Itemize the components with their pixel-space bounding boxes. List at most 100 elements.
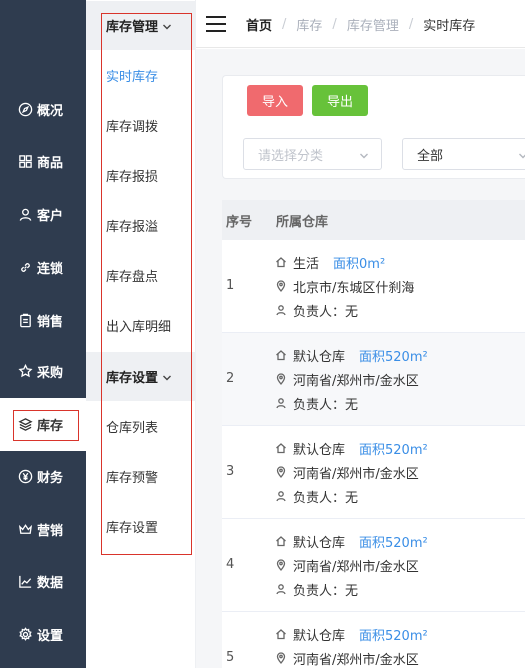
- nav-item-finance[interactable]: 财务: [0, 450, 86, 503]
- layers-icon: [17, 417, 33, 433]
- warehouse-name: 生活: [293, 257, 320, 272]
- breadcrumb-current: 实时库存: [423, 19, 476, 34]
- row-number: 4: [226, 557, 235, 572]
- import-button[interactable]: 导入: [247, 85, 303, 116]
- menu-toggle-icon[interactable]: [206, 16, 226, 32]
- yen-icon: [17, 469, 33, 485]
- breadcrumb-inventory[interactable]: 库存: [296, 15, 322, 34]
- scope-select-value: 全部: [417, 148, 444, 164]
- nav-item-marketing[interactable]: 营销: [0, 503, 86, 556]
- top-header: 首页 / 库存 / 库存管理 / 实时库存: [196, 0, 525, 48]
- home-icon: [275, 535, 288, 548]
- location-pin-icon: [275, 466, 288, 479]
- breadcrumb-inventory-management[interactable]: 库存管理: [347, 15, 399, 34]
- warehouse-area: 面积520m²: [359, 629, 428, 644]
- person-icon: [275, 304, 288, 317]
- warehouse-address: 河南省/郑州市/金水区: [293, 653, 419, 668]
- warehouse-name: 默认仓库: [293, 536, 346, 551]
- sub-item-stocktaking[interactable]: 库存盘点: [86, 250, 196, 300]
- sub-group-inventory-management[interactable]: 库存管理: [86, 1, 196, 50]
- chevron-down-icon: [518, 150, 525, 160]
- scope-select[interactable]: 全部: [402, 138, 525, 170]
- breadcrumb-separator: /: [282, 17, 287, 32]
- table-row[interactable]: 5 默认仓库 面积520m² 河南省/郑州市/金水区: [222, 612, 525, 668]
- warehouse-address: 北京市/东城区什刹海: [293, 281, 415, 296]
- nav-item-sales[interactable]: 销售: [0, 294, 86, 347]
- warehouse-area: 面积520m²: [359, 350, 428, 365]
- breadcrumb-home[interactable]: 首页: [246, 15, 272, 34]
- nav-item-settings[interactable]: 设置: [0, 608, 86, 661]
- home-icon: [275, 349, 288, 362]
- chevron-down-icon: [162, 21, 172, 31]
- grid-icon: [17, 154, 33, 170]
- chevron-down-icon: [359, 150, 369, 160]
- sub-item-in-out-details[interactable]: 出入库明细: [86, 300, 196, 350]
- sub-item-realtime-stock[interactable]: 实时库存: [86, 50, 196, 100]
- warehouse-manager: 负责人：无: [293, 584, 359, 599]
- person-icon: [275, 490, 288, 503]
- award-icon: [17, 364, 33, 380]
- sub-item-label: 仓库列表: [106, 420, 159, 436]
- table-header: 序号 所属仓库: [222, 200, 525, 240]
- export-button[interactable]: 导出: [312, 85, 368, 116]
- person-icon: [275, 397, 288, 410]
- nav-item-inventory[interactable]: 库存: [0, 398, 86, 451]
- nav-item-products[interactable]: 商品: [0, 135, 86, 188]
- sub-item-stock-transfer[interactable]: 库存调拨: [86, 100, 196, 150]
- row-number: 1: [226, 278, 235, 293]
- nav-item-customers[interactable]: 客户: [0, 188, 86, 241]
- link-icon: [17, 260, 33, 276]
- compass-icon: [17, 102, 33, 118]
- sub-item-stock-loss[interactable]: 库存报损: [86, 150, 196, 200]
- column-header-warehouse: 所属仓库: [276, 214, 329, 230]
- nav-label: 销售: [37, 315, 64, 330]
- table-row[interactable]: 2 默认仓库 面积520m² 河南省/郑州市/金水区 负责人：无: [222, 333, 525, 426]
- warehouse-area: 面积520m²: [359, 536, 428, 551]
- chevron-down-icon: [162, 372, 172, 382]
- warehouse-name: 默认仓库: [293, 629, 346, 644]
- warehouse-manager: 负责人：无: [293, 305, 359, 320]
- chart-icon: [17, 574, 33, 590]
- warehouse-address: 河南省/郑州市/金水区: [293, 467, 419, 482]
- nav-label: 概况: [37, 104, 64, 119]
- nav-item-chain[interactable]: 连锁: [0, 241, 86, 294]
- crown-icon: [17, 522, 33, 538]
- user-icon: [17, 207, 33, 223]
- category-select[interactable]: 请选择分类: [243, 138, 382, 170]
- sub-item-label: 出入库明细: [106, 319, 172, 335]
- table-row[interactable]: 3 默认仓库 面积520m² 河南省/郑州市/金水区 负责人：无: [222, 426, 525, 519]
- sub-item-label: 实时库存: [106, 69, 159, 85]
- sub-group-inventory-settings[interactable]: 库存设置: [86, 352, 196, 401]
- sub-item-label: 库存盘点: [106, 269, 159, 285]
- breadcrumb: 首页 / 库存 / 库存管理 / 实时库存: [246, 15, 475, 34]
- sub-item-label: 库存报损: [106, 169, 159, 185]
- category-select-placeholder: 请选择分类: [258, 148, 324, 164]
- table-row[interactable]: 4 默认仓库 面积520m² 河南省/郑州市/金水区 负责人：无: [222, 519, 525, 612]
- home-icon: [275, 628, 288, 641]
- sub-item-warehouse-list[interactable]: 仓库列表: [86, 401, 196, 451]
- nav-item-data[interactable]: 数据: [0, 555, 86, 608]
- nav-item-overview[interactable]: 概况: [0, 83, 86, 136]
- sub-item-stock-overflow[interactable]: 库存报溢: [86, 200, 196, 250]
- clipboard-icon: [17, 313, 33, 329]
- warehouse-area: 面积0m²: [333, 257, 386, 272]
- main-nav: 概况 商品 客户 连锁 销售 采购 库存 财务 营销 数据 设置: [0, 0, 86, 668]
- sub-item-label: 库存调拨: [106, 119, 159, 135]
- home-icon: [275, 256, 288, 269]
- table-row[interactable]: 1 生活 面积0m² 北京市/东城区什刹海 负责人：无: [222, 240, 525, 333]
- sub-item-stock-alert[interactable]: 库存预警: [86, 451, 196, 501]
- sub-item-stock-settings[interactable]: 库存设置: [86, 501, 196, 551]
- nav-item-purchase[interactable]: 采购: [0, 345, 86, 398]
- nav-label: 设置: [37, 629, 64, 644]
- warehouse-area: 面积520m²: [359, 443, 428, 458]
- warehouse-manager: 负责人：无: [293, 491, 359, 506]
- location-pin-icon: [275, 280, 288, 293]
- column-header-no: 序号: [226, 214, 253, 230]
- nav-label: 客户: [37, 209, 64, 224]
- person-icon: [275, 583, 288, 596]
- location-pin-icon: [275, 373, 288, 386]
- gear-icon: [17, 627, 33, 643]
- nav-label: 库存: [37, 419, 64, 434]
- nav-label: 采购: [37, 366, 64, 381]
- sub-item-label: 库存预警: [106, 470, 159, 486]
